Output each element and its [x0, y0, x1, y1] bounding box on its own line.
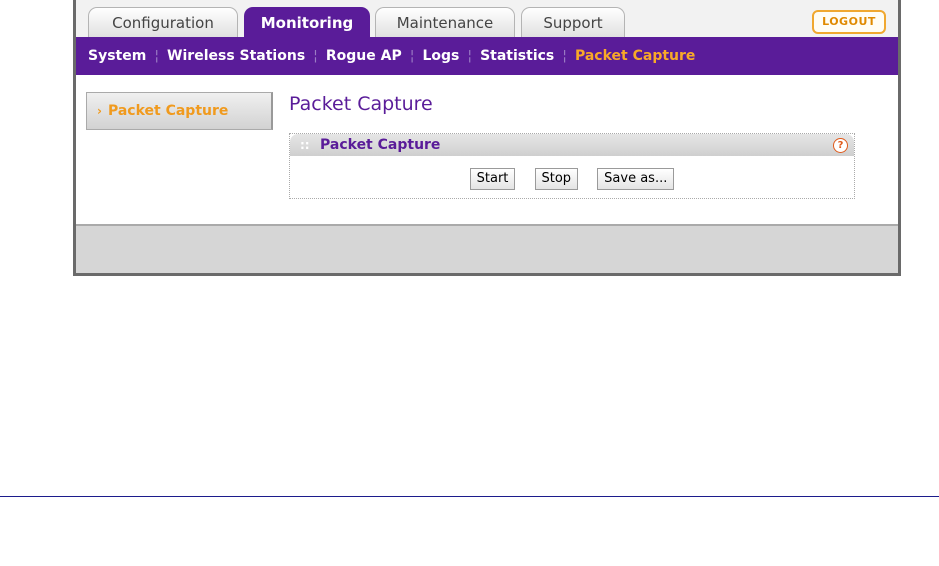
subnav-separator: ¦	[154, 48, 160, 64]
app-window: Configuration Monitoring Maintenance Sup…	[73, 0, 901, 276]
help-icon[interactable]: ?	[833, 138, 848, 153]
panel-title: Packet Capture	[320, 137, 441, 153]
grip-icon: ::	[300, 138, 310, 152]
button-row: Start Stop Save as...	[290, 167, 854, 190]
sub-navigation: System ¦ Wireless Stations ¦ Rogue AP ¦ …	[76, 37, 898, 75]
chevron-right-icon: ›	[97, 104, 102, 118]
start-button[interactable]: Start	[469, 168, 516, 190]
subnav-separator: ¦	[409, 48, 415, 64]
subnav-logs[interactable]: Logs	[422, 48, 459, 64]
sidebar-item-label: Packet Capture	[107, 103, 229, 119]
sidebar-item-packet-capture[interactable]: › Packet Capture	[86, 92, 273, 130]
subnav-separator: ¦	[313, 48, 318, 64]
subnav-system[interactable]: System	[88, 48, 146, 64]
panel-header: :: Packet Capture ?	[290, 134, 854, 156]
subnav-wireless-stations[interactable]: Wireless Stations	[167, 48, 305, 64]
stop-button[interactable]: Stop	[534, 168, 579, 190]
tab-support[interactable]: Support	[521, 7, 625, 37]
subnav-separator: ¦	[562, 48, 567, 64]
save-as-button[interactable]: Save as...	[597, 168, 675, 190]
content-area: › Packet Capture Packet Capture :: Packet…	[76, 75, 898, 224]
subnav-statistics[interactable]: Statistics	[480, 48, 554, 64]
footer-bar	[76, 224, 898, 273]
tab-bar: Configuration Monitoring Maintenance Sup…	[76, 0, 898, 37]
subnav-separator: ¦	[467, 48, 473, 64]
subnav-rogue-ap[interactable]: Rogue AP	[326, 48, 402, 64]
tab-maintenance[interactable]: Maintenance	[375, 7, 515, 37]
packet-capture-panel: :: Packet Capture ? Start Stop Save as..…	[289, 133, 855, 199]
page-title: Packet Capture	[289, 93, 433, 115]
tab-monitoring[interactable]: Monitoring	[244, 7, 370, 37]
logout-button[interactable]: LOGOUT	[812, 10, 886, 34]
subnav-packet-capture[interactable]: Packet Capture	[575, 48, 695, 64]
tab-configuration[interactable]: Configuration	[88, 7, 238, 37]
horizontal-divider	[0, 496, 939, 497]
